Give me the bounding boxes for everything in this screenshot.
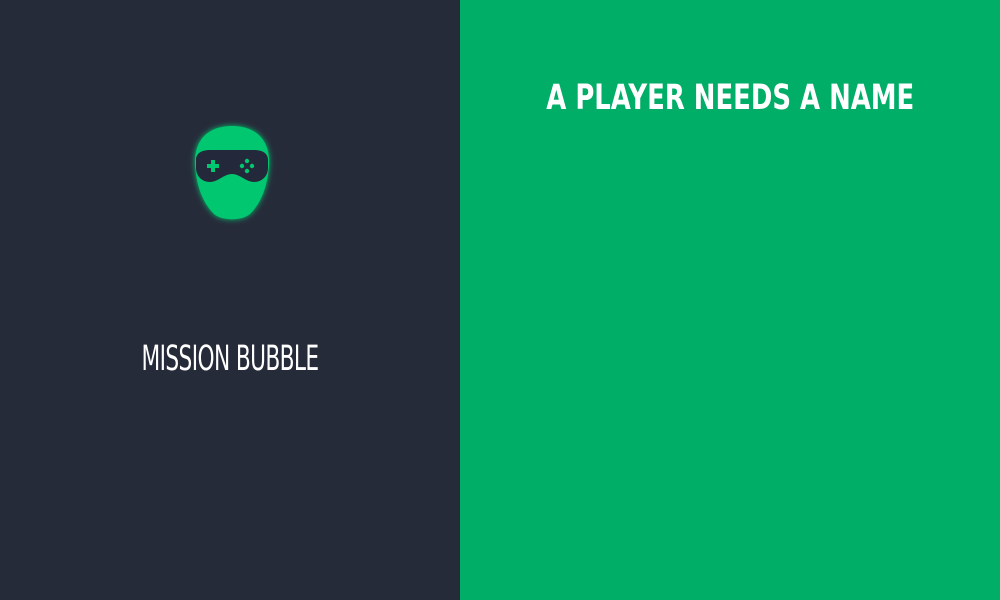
gamer-mask-head-icon (186, 120, 278, 226)
brand-panel: MISSION BUBBLE (0, 0, 460, 600)
name-entry-panel: A PLAYER NEEDS A NAME (460, 0, 1000, 600)
player-name-heading: A PLAYER NEEDS A NAME (546, 78, 915, 118)
app-title: MISSION BUBBLE (141, 339, 320, 379)
